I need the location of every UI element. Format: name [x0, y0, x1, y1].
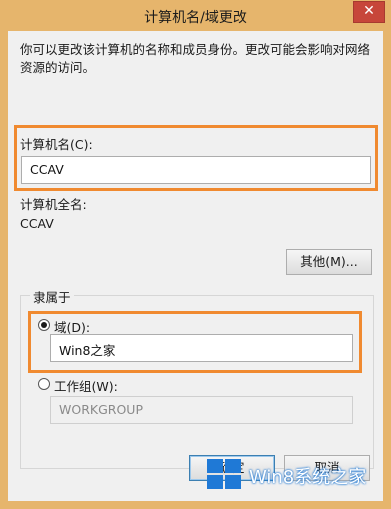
full-name-value: CCAV	[20, 216, 54, 231]
other-button[interactable]: 其他(M)...	[286, 249, 372, 275]
close-button[interactable]: ✕	[353, 1, 385, 23]
full-name-label: 计算机全名:	[20, 197, 87, 212]
description-text: 你可以更改该计算机的名称和成员身份。更改可能会影响对网络资源的访问。	[20, 42, 371, 75]
domain-radio[interactable]	[38, 319, 50, 331]
domain-input[interactable]: Win8之家	[50, 334, 353, 362]
workgroup-radio[interactable]	[38, 378, 50, 390]
dialog-window: 计算机名/域更改 ✕ 你可以更改该计算机的名称和成员身份。更改可能会影响对网络资…	[0, 0, 391, 509]
title-bar[interactable]: 计算机名/域更改 ✕	[0, 0, 391, 32]
workgroup-input: WORKGROUP	[50, 396, 353, 424]
window-title: 计算机名/域更改	[144, 10, 247, 26]
windows-logo-icon	[207, 459, 243, 491]
watermark: Win8系统之家	[207, 457, 375, 493]
dialog-body: 你可以更改该计算机的名称和成员身份。更改可能会影响对网络资源的访问。 计算机名(…	[8, 31, 383, 501]
watermark-text: Win8系统之家	[249, 467, 367, 488]
computer-name-input[interactable]: CCAV	[21, 156, 371, 184]
member-of-legend: 隶属于	[30, 287, 74, 306]
computer-name-label: 计算机名(C):	[20, 137, 93, 152]
workgroup-label[interactable]: 工作组(W):	[54, 376, 118, 395]
